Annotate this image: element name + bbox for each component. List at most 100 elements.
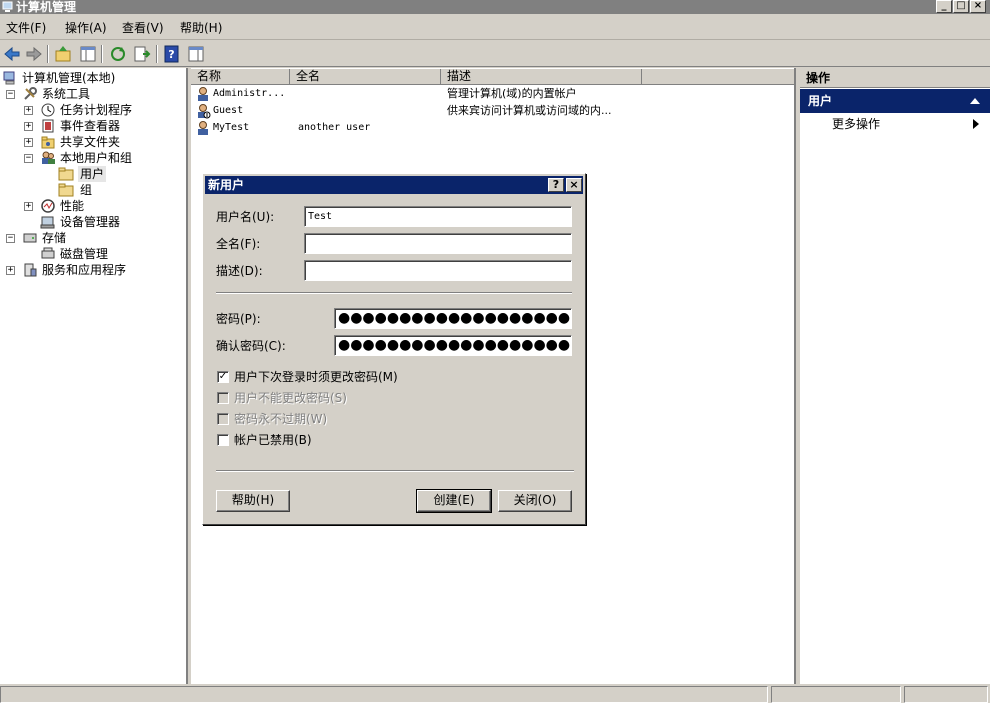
checkbox-label: 用户下次登录时须更改密码(M) — [234, 370, 398, 384]
export-list-icon[interactable] — [132, 44, 152, 64]
collapse-icon[interactable]: − — [6, 234, 15, 243]
dialog-title: 新用户 — [208, 178, 245, 192]
checkbox-unchecked-icon[interactable] — [217, 434, 229, 446]
new-user-dialog: 新用户 ? × 用户名(U): Test 全名(F): 描述(D): 密码(P)… — [202, 173, 586, 525]
menu-action[interactable]: 操作(A) — [65, 20, 107, 36]
tree-item-label: 用户 — [78, 166, 107, 182]
tree-item-label: 共享文件夹 — [60, 135, 121, 149]
table-row[interactable]: MyTest another user — [195, 120, 785, 136]
user-name-cell: MyTest — [213, 122, 250, 133]
expand-icon[interactable]: + — [6, 266, 15, 275]
account-disabled-checkbox[interactable]: 帐户已禁用(B) — [217, 432, 517, 448]
collapse-icon[interactable]: − — [24, 154, 33, 163]
menu-help[interactable]: 帮助(H) — [180, 20, 222, 36]
show-hide-tree-icon[interactable] — [78, 44, 98, 64]
password-field[interactable]: ●●●●●●●●●●●●●●●●●●● — [334, 308, 572, 329]
tree-item-label: 服务和应用程序 — [42, 263, 127, 277]
disabled-user-icon — [198, 104, 211, 119]
local-users-groups-icon — [42, 151, 55, 164]
dialog-title-bar[interactable]: 新用户 ? × — [205, 176, 583, 194]
tree-item-label: 磁盘管理 — [60, 247, 109, 261]
user-fullname-cell: another user — [298, 122, 371, 133]
username-label: 用户名(U): — [216, 210, 275, 224]
help-button[interactable]: 帮助(H) — [216, 490, 290, 512]
console-tree[interactable]: 计算机管理(本地) − 系统工具 + 任务计划程序 + 事件查看器 + 共享文件… — [0, 68, 188, 684]
back-icon[interactable] — [2, 44, 22, 64]
event-viewer-icon — [42, 119, 54, 133]
table-row[interactable]: Guest 供来宾访问计算机或访问域的内... — [195, 103, 785, 119]
performance-icon — [41, 199, 55, 213]
more-actions-label: 更多操作 — [832, 117, 881, 131]
show-hide-action-pane-icon[interactable] — [186, 44, 206, 64]
toolbar: ? — [0, 41, 990, 67]
fullname-field[interactable] — [304, 233, 572, 254]
status-bar — [0, 685, 990, 703]
status-cell-2 — [771, 686, 901, 703]
submenu-arrow-icon — [973, 119, 979, 129]
dialog-help-button[interactable]: ? — [548, 178, 564, 192]
user-icon — [198, 87, 208, 101]
tree-item-label: 存储 — [42, 231, 67, 245]
username-field[interactable]: Test — [304, 206, 572, 227]
forward-icon[interactable] — [24, 44, 44, 64]
checkbox-label: 用户不能更改密码(S) — [234, 391, 347, 405]
collapse-icon[interactable]: − — [6, 90, 15, 99]
checkbox-disabled-icon — [217, 413, 229, 425]
system-tools-icon — [24, 87, 37, 100]
column-header-full-name[interactable]: 全名 — [290, 69, 441, 85]
user-name-cell: Administr... — [213, 88, 286, 99]
column-header-name[interactable]: 名称 — [191, 69, 290, 85]
fullname-label: 全名(F): — [216, 237, 261, 251]
tree-item-label: 系统工具 — [42, 87, 91, 101]
password-never-expires-checkbox: 密码永不过期(W) — [217, 411, 517, 427]
refresh-icon[interactable] — [108, 44, 128, 64]
services-apps-icon — [24, 263, 37, 277]
maximize-button[interactable]: □ — [953, 0, 969, 13]
close-button[interactable]: × — [970, 0, 986, 13]
menu-file[interactable]: 文件(F) — [6, 20, 46, 36]
close-dialog-button[interactable]: 关闭(O) — [498, 490, 572, 512]
toolbar-separator — [47, 45, 49, 63]
expand-icon[interactable]: + — [24, 106, 33, 115]
minimize-button[interactable]: _ — [936, 0, 952, 13]
expand-icon[interactable]: + — [24, 138, 33, 147]
dialog-close-button[interactable]: × — [566, 178, 582, 192]
user-name-cell: Guest — [213, 105, 244, 116]
actions-section-users[interactable]: 用户 — [800, 89, 990, 113]
must-change-password-checkbox[interactable]: ✓ 用户下次登录时须更改密码(M) — [217, 369, 517, 385]
status-cell-3 — [904, 686, 988, 703]
tree-item-label: 任务计划程序 — [60, 103, 133, 117]
window-title: 计算机管理 — [16, 0, 77, 14]
toolbar-separator — [156, 45, 158, 63]
collapse-section-icon[interactable] — [970, 97, 980, 105]
tree-item-label: 设备管理器 — [60, 215, 121, 229]
folder-icon — [58, 183, 74, 197]
help-icon[interactable]: ? — [162, 44, 182, 64]
expand-icon[interactable]: + — [24, 202, 33, 211]
more-actions-item[interactable]: 更多操作 — [832, 116, 880, 132]
device-manager-icon — [40, 216, 55, 229]
menu-view[interactable]: 查看(V) — [122, 20, 164, 36]
checkbox-checked-icon[interactable]: ✓ — [217, 371, 229, 383]
checkbox-label: 帐户已禁用(B) — [234, 433, 312, 447]
expand-icon[interactable]: + — [24, 122, 33, 131]
tree-item-label: 组 — [80, 183, 93, 197]
svg-text:?: ? — [168, 48, 174, 61]
table-row[interactable]: Administr... 管理计算机(域)的内置帐户 — [195, 86, 785, 102]
toolbar-separator — [101, 45, 103, 63]
create-button[interactable]: 创建(E) — [416, 489, 492, 513]
computer-management-icon — [2, 1, 13, 12]
description-field[interactable] — [304, 260, 572, 281]
tree-item-label: 本地用户和组 — [60, 151, 133, 165]
confirm-password-field[interactable]: ●●●●●●●●●●●●●●●●●●● — [334, 335, 572, 356]
column-header-empty — [642, 69, 794, 85]
up-folder-icon[interactable] — [53, 44, 73, 64]
menu-bar: 文件(F) 操作(A) 查看(V) 帮助(H) — [0, 16, 990, 40]
window-title-bar[interactable]: 计算机管理 _ □ × — [0, 0, 990, 14]
tree-item-label: 事件查看器 — [60, 119, 121, 133]
computer-management-icon — [3, 71, 15, 85]
actions-section-label: 用户 — [808, 94, 833, 108]
confirm-password-label: 确认密码(C): — [216, 339, 286, 353]
column-header-description[interactable]: 描述 — [441, 69, 642, 85]
shared-folders-icon — [41, 136, 55, 149]
